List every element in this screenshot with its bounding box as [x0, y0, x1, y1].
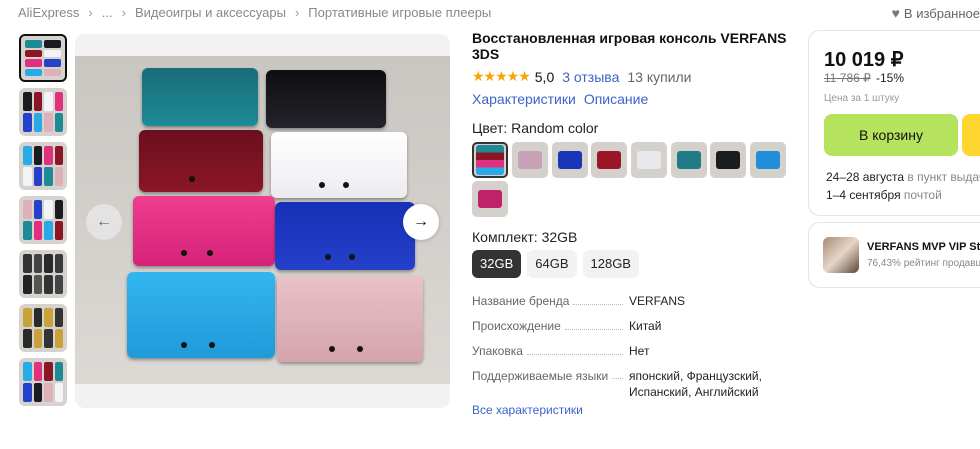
color-option-9[interactable]	[472, 181, 508, 217]
console-white	[271, 132, 407, 198]
product-info: Восстановленная игровая консоль VERFANS …	[472, 30, 792, 107]
seller-card[interactable]: VERFANS MVP VIP Store 76,43% рейтинг про…	[808, 222, 980, 288]
tab-characteristics[interactable]: Характеристики	[472, 91, 576, 107]
kit-label: Комплект: 32GB	[472, 229, 578, 245]
spec-name: Поддерживаемые языки	[472, 369, 609, 383]
buy-now-button[interactable]	[962, 114, 980, 156]
color-label: Цвет: Random color	[472, 120, 599, 136]
breadcrumb-videogames[interactable]: Видеоигры и аксессуары	[135, 5, 286, 20]
product-photo	[75, 56, 450, 384]
spec-value: VERFANS	[629, 294, 686, 308]
all-specs-link[interactable]: Все характеристики	[472, 403, 583, 417]
spec-value: Нет	[629, 344, 650, 358]
rating-value: 5,0	[534, 68, 555, 85]
thumbnail-2[interactable]	[19, 88, 67, 136]
breadcrumb-portable-players[interactable]: Портативные игровые плееры	[308, 5, 491, 20]
rating-row: ★★★★★ 5,0 3 отзыва 13 купили	[472, 68, 792, 85]
gallery-next-button[interactable]: →	[403, 204, 439, 240]
chevron-right-icon: ›	[121, 5, 126, 20]
chevron-right-icon: ›	[294, 5, 300, 20]
buy-card: 10 019 ₽ 11 786 ₽ -15% Цена за 1 штуку В…	[808, 30, 980, 216]
thumbnail-5[interactable]	[19, 250, 67, 298]
color-option-3[interactable]	[552, 142, 588, 178]
color-option-random[interactable]	[472, 142, 508, 178]
arrow-right-icon: →	[413, 213, 429, 230]
breadcrumb-aliexpress[interactable]: AliExpress	[18, 5, 79, 20]
delivery-date: 24–28 августа	[826, 170, 905, 184]
console-light-blue	[127, 272, 275, 358]
delivery-info: 24–28 августа в пункт выдачи 1–4 сентябр…	[826, 168, 980, 204]
console-red	[139, 130, 263, 192]
color-option-2[interactable]	[512, 142, 548, 178]
color-option-8[interactable]	[750, 142, 786, 178]
thumbnail-list	[19, 34, 67, 412]
price: 10 019 ₽	[824, 49, 904, 71]
breadcrumb-ellipsis[interactable]: ...	[102, 5, 113, 20]
console-teal	[142, 68, 258, 126]
star-rating-icon: ★★★★★	[472, 68, 531, 84]
reviews-link[interactable]: 3 отзыва	[562, 69, 619, 85]
main-product-image: ← →	[75, 34, 450, 408]
color-option-6[interactable]	[671, 142, 707, 178]
delivery-date-mail: 1–4 сентября	[826, 188, 901, 202]
add-to-cart-button[interactable]: В корзину	[824, 114, 958, 156]
seller-name[interactable]: VERFANS MVP VIP Store	[867, 241, 980, 253]
color-option-7[interactable]	[710, 142, 746, 178]
spec-value: японский, Французский, Испанский, Англий…	[629, 369, 762, 399]
specs-list: Название бренда VERFANS Происхождение Ки…	[472, 293, 772, 409]
console-black	[266, 70, 386, 128]
console-rose	[277, 276, 423, 362]
tab-description[interactable]: Описание	[584, 91, 648, 107]
old-price: 11 786 ₽	[824, 71, 871, 85]
gallery-prev-button[interactable]: ←	[86, 204, 122, 240]
discount-badge: -15%	[876, 71, 905, 85]
add-to-favorites[interactable]: ♥ В избранное	[892, 5, 980, 21]
delivery-place: в пункт выдачи	[907, 170, 980, 184]
bought-count: 13 купили	[627, 68, 692, 85]
thumbnail-6[interactable]	[19, 304, 67, 352]
kit-option-32gb[interactable]: 32GB	[472, 250, 522, 278]
product-title: Восстановленная игровая консоль VERFANS …	[472, 30, 787, 62]
kit-option-128gb[interactable]: 128GB	[582, 250, 639, 278]
seller-rating: 76,43% рейтинг продавца	[867, 258, 980, 269]
spec-value: Китай	[629, 319, 662, 333]
chevron-right-icon: ›	[88, 5, 93, 20]
arrow-left-icon: ←	[96, 213, 112, 230]
thumbnail-1[interactable]	[19, 34, 67, 82]
spec-row: Название бренда VERFANS	[472, 293, 772, 309]
heart-icon: ♥	[891, 5, 900, 21]
spec-row: Поддерживаемые языки японский, Французск…	[472, 368, 772, 400]
spec-name: Происхождение	[472, 319, 561, 333]
color-option-4[interactable]	[591, 142, 627, 178]
spec-row: Происхождение Китай	[472, 318, 772, 334]
thumbnail-7[interactable]	[19, 358, 67, 406]
kit-options: 32GB 64GB 128GB	[472, 250, 639, 278]
console-blue	[275, 202, 415, 270]
console-pink	[133, 196, 275, 266]
product-tabs: Характеристики Описание	[472, 91, 792, 107]
thumbnail-3[interactable]	[19, 142, 67, 190]
spec-name: Название бренда	[472, 294, 570, 308]
breadcrumb: AliExpress › ... › Видеоигры и аксессуар…	[18, 5, 491, 20]
price-per-unit: Цена за 1 штуку	[824, 93, 900, 104]
favorites-label: В избранное	[903, 5, 980, 21]
spec-name: Упаковка	[472, 344, 523, 358]
kit-option-64gb[interactable]: 64GB	[527, 250, 577, 278]
thumbnail-4[interactable]	[19, 196, 67, 244]
seller-avatar	[823, 237, 859, 273]
delivery-mail: почтой	[903, 188, 942, 202]
color-option-5[interactable]	[631, 142, 667, 178]
spec-row: Упаковка Нет	[472, 343, 772, 359]
